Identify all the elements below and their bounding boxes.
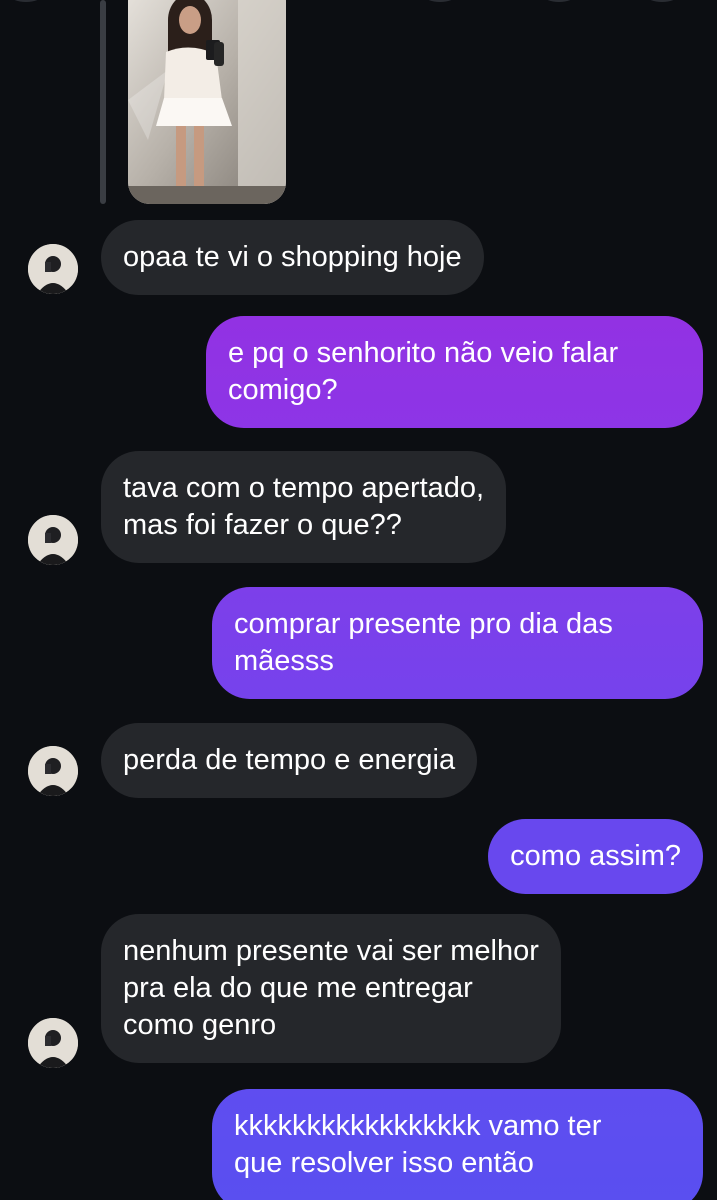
message-bubble-incoming[interactable]: perda de tempo e energia xyxy=(101,723,478,798)
message-bubble-outgoing[interactable]: kkkkkkkkkkkkkkkkk vamo ter que resolver … xyxy=(212,1089,703,1200)
avatar[interactable] xyxy=(28,746,78,796)
message-bubble-incoming[interactable]: opaa te vi o shopping hoje xyxy=(101,220,484,295)
message-bubble-incoming[interactable]: nenhum presente vai ser melhor pra ela d… xyxy=(101,914,561,1063)
chat-thread: opaa te vi o shopping hoje e pq o senhor… xyxy=(0,0,717,1200)
message-bubble-outgoing[interactable]: e pq o senhorito não veio falar comigo? xyxy=(206,316,703,428)
avatar[interactable] xyxy=(28,515,78,565)
call-icon[interactable] xyxy=(408,0,472,2)
avatar[interactable] xyxy=(28,1018,78,1068)
message-bubble-incoming[interactable]: tava com o tempo apertado, mas foi fazer… xyxy=(101,451,507,563)
message-bubble-outgoing[interactable]: comprar presente pro dia das mãesss xyxy=(212,587,703,699)
shared-photo[interactable] xyxy=(128,0,286,204)
info-icon[interactable] xyxy=(630,0,694,2)
avatar[interactable] xyxy=(28,244,78,294)
video-icon[interactable] xyxy=(527,0,591,2)
message-bubble-outgoing[interactable]: como assim? xyxy=(488,819,703,894)
photo-thumbnail-icon xyxy=(128,0,286,204)
back-icon[interactable] xyxy=(0,0,58,2)
reply-indicator-bar xyxy=(100,0,106,204)
